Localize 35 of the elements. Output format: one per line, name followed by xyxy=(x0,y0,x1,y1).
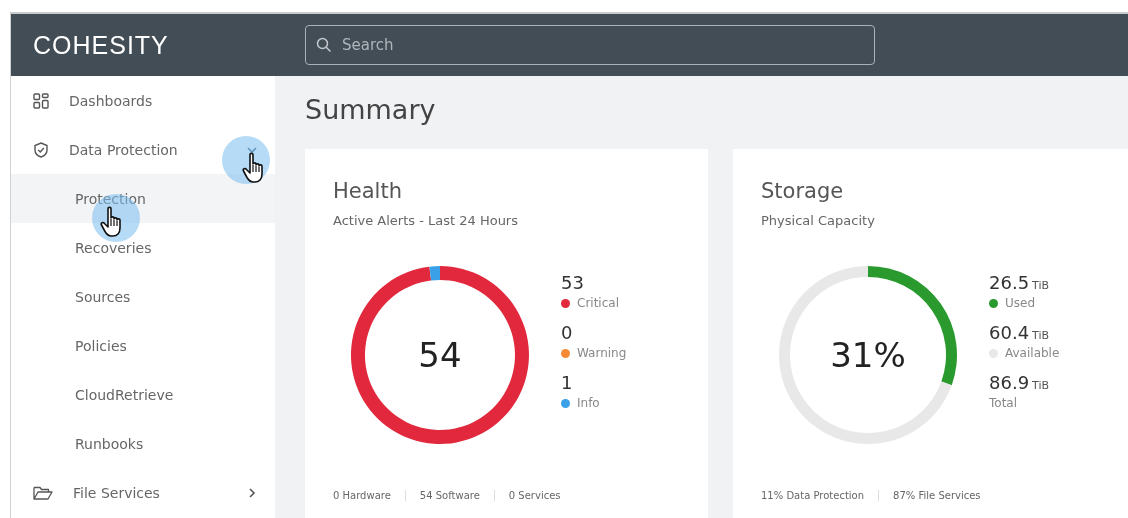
legend-value: 26.5 TiB xyxy=(989,272,1051,293)
breakdown-label: 87% File Services xyxy=(878,490,995,501)
card-subtitle: Physical Capacity xyxy=(761,213,876,228)
card-subtitle: Active Alerts - Last 24 Hours xyxy=(333,213,519,228)
legend-value: 53 xyxy=(561,272,585,293)
legend-value: 1 xyxy=(561,372,574,393)
nav-item[interactable]: Policies xyxy=(11,321,275,370)
donut-center-value: 54 xyxy=(418,335,462,375)
nav-item[interactable]: Runbooks xyxy=(11,419,275,468)
legend-value: 0 xyxy=(561,322,574,343)
page-title: Summary xyxy=(305,93,437,127)
legend-label: Available xyxy=(1005,346,1060,360)
nav-item[interactable]: Protection xyxy=(11,174,275,223)
legend-value: 86.9 TiB xyxy=(989,372,1051,393)
donut-center-value: 31% xyxy=(830,335,906,375)
legend-value: 60.4 TiB xyxy=(989,322,1051,343)
legend-label: Total xyxy=(989,396,1018,410)
breakdown-label: 0 Hardware xyxy=(333,490,392,501)
nav-item[interactable]: File Services xyxy=(11,468,275,517)
legend-label: Info xyxy=(577,396,600,410)
nav-item[interactable]: Recoveries xyxy=(11,223,275,272)
search-field[interactable]: Search xyxy=(305,25,875,65)
nav-item[interactable]: Sources xyxy=(11,272,275,321)
legend-label: Used xyxy=(1005,296,1036,310)
breakdown-label: 0 Services xyxy=(493,490,575,501)
nav-item[interactable]: Data Protection xyxy=(11,125,275,174)
nav-item[interactable]: CloudRetrieve xyxy=(11,370,275,419)
card-title: Health xyxy=(333,179,403,203)
nav-item[interactable]: Dashboards xyxy=(11,76,275,125)
logo: COHESITY xyxy=(32,30,170,60)
legend-label: Critical xyxy=(577,296,619,310)
breakdown-label: 54 Software xyxy=(404,490,494,501)
breakdown-label: 11% Data Protection xyxy=(761,490,866,501)
legend-label: Warning xyxy=(577,346,627,360)
card-title: Storage xyxy=(761,179,845,203)
